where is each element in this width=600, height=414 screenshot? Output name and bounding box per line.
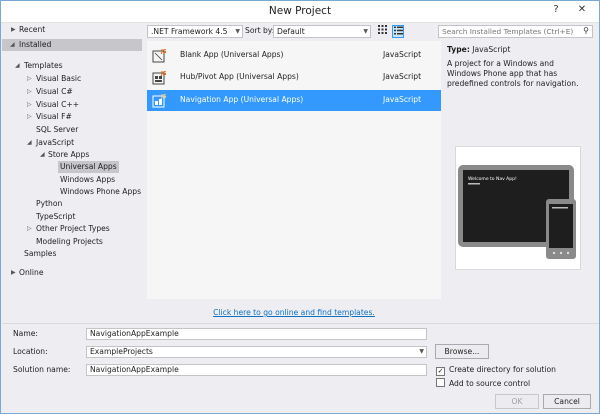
- name-field[interactable]: NavigationAppExample: [86, 328, 427, 340]
- svg-text:JS: JS: [160, 71, 167, 77]
- chevron-down-icon: ▼: [363, 28, 368, 35]
- new-project-dialog: New Project ? ✕ ▶ Recent ◢ Installed ◢ T…: [0, 0, 600, 414]
- expand-visual-cpp-icon[interactable]: ▷: [27, 101, 32, 108]
- tree-item-installed[interactable]: ◢ Installed: [2, 39, 142, 51]
- svg-text:JS: JS: [160, 49, 167, 55]
- dialog-title: New Project: [268, 5, 332, 17]
- sort-value: Default: [277, 27, 305, 36]
- template-preview-image: Welcome to Nav App!: [455, 146, 581, 270]
- blank-app-icon: JS: [152, 49, 167, 63]
- tree-item-online[interactable]: Online: [19, 267, 44, 279]
- solution-name-label: Solution name:: [13, 365, 71, 374]
- framework-dropdown[interactable]: .NET Framework 4.5 ▼: [147, 25, 243, 38]
- tree-item-visual-cpp[interactable]: Visual C++: [36, 99, 79, 111]
- chevron-down-icon: ▼: [235, 28, 240, 35]
- source-control-option[interactable]: Add to source control: [436, 378, 530, 388]
- search-placeholder: Search Installed Templates (Ctrl+E): [442, 27, 574, 36]
- close-button[interactable]: ✕: [575, 4, 589, 15]
- browse-button[interactable]: Browse...: [435, 344, 489, 359]
- tree-item-recent[interactable]: Recent: [19, 24, 45, 36]
- cancel-button[interactable]: Cancel: [543, 394, 591, 409]
- tree-item-visual-csharp[interactable]: Visual C#: [36, 86, 73, 98]
- tree-item-windows-apps[interactable]: Windows Apps: [60, 174, 115, 186]
- collapse-store-apps-icon[interactable]: ◢: [40, 151, 45, 158]
- help-button[interactable]: ?: [549, 4, 563, 15]
- create-directory-checkbox[interactable]: ✓: [436, 367, 445, 376]
- template-row-blank-app[interactable]: JS Blank App (Universal Apps) JavaScript: [147, 45, 441, 66]
- small-icons-view-button[interactable]: [376, 25, 388, 38]
- online-templates-link[interactable]: Click here to go online and find templat…: [147, 308, 441, 317]
- type-label: Type:: [447, 45, 470, 54]
- expand-visual-csharp-icon[interactable]: ▷: [27, 88, 32, 95]
- template-row-hub-app[interactable]: JS Hub/Pivot App (Universal Apps) JavaSc…: [147, 67, 441, 88]
- template-name: Navigation App (Universal Apps): [180, 95, 304, 104]
- tree-item-samples[interactable]: Samples: [24, 248, 56, 260]
- solution-name-field[interactable]: NavigationAppExample: [86, 364, 427, 376]
- list-view-button[interactable]: [392, 25, 404, 38]
- svg-text:JS: JS: [160, 94, 167, 100]
- template-row-navigation-app[interactable]: JS Navigation App (Universal Apps) JavaS…: [147, 90, 441, 111]
- tree-item-visual-fsharp[interactable]: Visual F#: [36, 111, 72, 123]
- type-value: JavaScript: [472, 45, 511, 54]
- project-settings-form: Name: NavigationAppExample Location: Exa…: [2, 323, 599, 413]
- source-control-label: Add to source control: [449, 379, 531, 388]
- create-directory-option[interactable]: ✓ Create directory for solution: [436, 365, 556, 376]
- type-line: Type: JavaScript: [447, 45, 510, 54]
- preview-devices-illustration: Welcome to Nav App!: [458, 165, 576, 259]
- location-dropdown[interactable]: ExampleProjects ▼: [86, 346, 427, 358]
- tree-item-store-apps[interactable]: Store Apps: [48, 149, 89, 161]
- sort-label: Sort by:: [245, 26, 275, 35]
- template-name: Blank App (Universal Apps): [180, 50, 284, 59]
- ok-button[interactable]: OK: [495, 394, 539, 409]
- tree-item-other-project-types[interactable]: Other Project Types: [36, 223, 110, 235]
- expand-online-icon[interactable]: ▶: [11, 269, 16, 276]
- tree-item-visual-basic[interactable]: Visual Basic: [36, 73, 81, 85]
- hub-app-icon: JS: [152, 71, 167, 85]
- expand-visual-fsharp-icon[interactable]: ▷: [27, 113, 32, 120]
- source-control-checkbox[interactable]: [436, 378, 445, 387]
- chevron-down-icon: ▼: [419, 348, 424, 355]
- template-name: Hub/Pivot App (Universal Apps): [180, 72, 299, 81]
- expand-other-project-types-icon[interactable]: ▷: [27, 225, 32, 232]
- collapse-javascript-icon[interactable]: ◢: [27, 139, 32, 146]
- template-language: JavaScript: [383, 50, 422, 59]
- tree-item-installed-label: Installed: [19, 40, 52, 49]
- preview-welcome-text: Welcome to Nav App!: [468, 176, 517, 182]
- template-list: JS Blank App (Universal Apps) JavaScript…: [147, 41, 441, 299]
- search-icon[interactable]: ⚲: [583, 25, 589, 36]
- framework-value: .NET Framework 4.5: [151, 27, 228, 36]
- create-directory-label: Create directory for solution: [449, 365, 556, 374]
- tree-item-typescript[interactable]: TypeScript: [36, 211, 75, 223]
- grid-icon: [377, 25, 387, 34]
- tree-item-windows-phone-apps[interactable]: Windows Phone Apps: [60, 186, 141, 198]
- location-label: Location:: [13, 347, 48, 356]
- tree-item-python[interactable]: Python: [36, 198, 62, 210]
- template-description: A project for a Windows and Windows Phon…: [447, 59, 579, 88]
- location-value: ExampleProjects: [90, 347, 153, 356]
- tree-item-sql-server[interactable]: SQL Server: [36, 124, 78, 136]
- title-bar: New Project ? ✕: [1, 1, 599, 23]
- tree-item-templates[interactable]: Templates: [24, 60, 63, 72]
- template-tree: ▶ Recent ◢ Installed ◢ Templates ▷ Visua…: [2, 23, 142, 323]
- collapse-templates-icon[interactable]: ◢: [15, 62, 20, 69]
- collapse-installed-icon[interactable]: ◢: [10, 39, 15, 51]
- list-icon: [393, 26, 403, 35]
- navigation-app-icon: JS: [152, 94, 167, 108]
- template-language: JavaScript: [383, 72, 422, 81]
- sort-dropdown[interactable]: Default ▼: [273, 25, 371, 38]
- tree-item-javascript[interactable]: JavaScript: [36, 137, 74, 149]
- template-language: JavaScript: [383, 95, 422, 104]
- expand-recent-icon[interactable]: ▶: [11, 26, 16, 33]
- expand-visual-basic-icon[interactable]: ▷: [27, 75, 32, 82]
- name-label: Name:: [13, 329, 38, 338]
- search-input[interactable]: Search Installed Templates (Ctrl+E) ⚲: [438, 25, 593, 38]
- tree-item-modeling-projects[interactable]: Modeling Projects: [36, 236, 103, 248]
- tree-item-universal-apps[interactable]: Universal Apps: [58, 161, 119, 173]
